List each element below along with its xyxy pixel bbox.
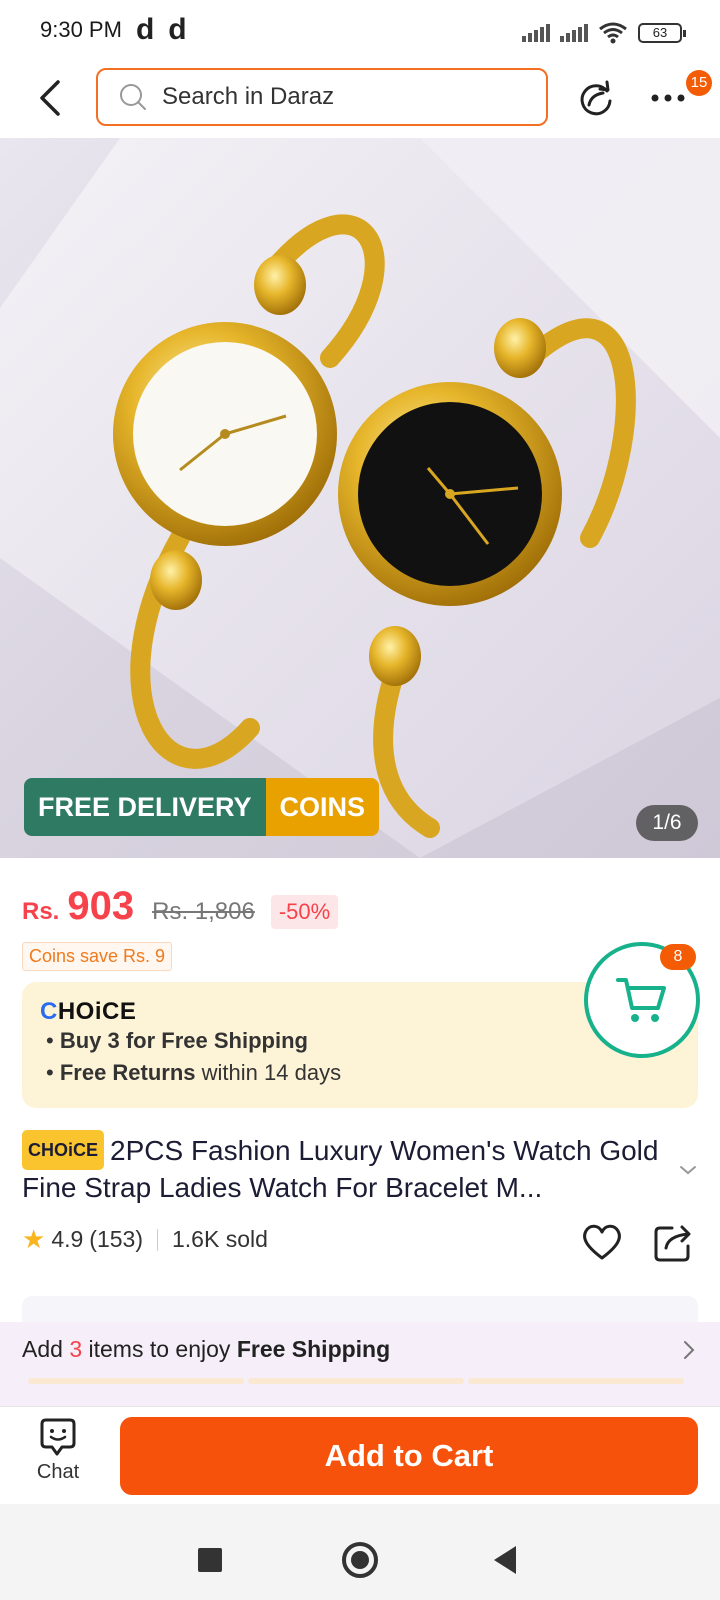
discount-badge: -50% <box>270 895 339 929</box>
share-icon <box>654 1225 691 1262</box>
rating-value: 4.9 <box>51 1226 84 1252</box>
choice-tag: CHOiCE <box>22 1130 105 1170</box>
promo-banner: FREE DELIVERY COINS <box>24 778 380 836</box>
chevron-left-icon <box>40 80 60 116</box>
top-header: Search in Daraz <box>0 62 720 134</box>
search-input[interactable]: Search in Daraz <box>96 68 548 126</box>
share-button[interactable] <box>574 74 618 122</box>
more-dots-icon <box>651 94 685 102</box>
back-button[interactable] <box>30 74 70 122</box>
choice-benefit-returns: • Free Returns within 14 days <box>46 1060 342 1085</box>
search-icon <box>120 84 146 110</box>
star-icon: ★ <box>22 1224 46 1254</box>
search-placeholder: Search in Daraz <box>162 83 335 110</box>
system-navigation-bar <box>0 1504 720 1600</box>
status-icons: 63 <box>522 22 686 44</box>
share-product-button[interactable] <box>652 1220 696 1264</box>
coins-label: COINS <box>265 778 380 836</box>
shipping-progress <box>28 1378 684 1384</box>
free-shipping-bar[interactable]: Add 3 items to enjoy Free Shipping <box>0 1322 720 1406</box>
chevron-down-icon[interactable] <box>678 1160 698 1180</box>
system-back-button[interactable] <box>494 1546 516 1574</box>
cart-count-badge: 8 <box>660 944 696 970</box>
chat-icon <box>40 1418 76 1456</box>
signal-icon <box>522 24 550 42</box>
rating-row[interactable]: ★ 4.9 (153) 1.6K sold <box>22 1224 268 1255</box>
coins-save-badge: Coins save Rs. 9 <box>22 942 173 971</box>
notification-indicator: d <box>168 13 187 46</box>
wishlist-button[interactable] <box>580 1220 624 1264</box>
recent-apps-button[interactable] <box>198 1548 222 1572</box>
product-image-gallery[interactable] <box>0 138 720 858</box>
free-delivery-label: FREE DELIVERY <box>24 778 266 836</box>
notification-badge: 15 <box>686 70 712 96</box>
add-to-cart-button[interactable]: Add to Cart <box>120 1417 698 1495</box>
battery-icon: 63 <box>638 23 686 43</box>
original-price: Rs. 1,806 <box>152 898 255 925</box>
review-count: (153) <box>89 1226 143 1252</box>
sold-count: 1.6K sold <box>172 1226 268 1252</box>
wifi-icon <box>599 22 627 44</box>
current-price: 903 <box>67 884 135 928</box>
cart-icon <box>616 978 666 1022</box>
choice-benefit-shipping: • Buy 3 for Free Shipping <box>46 1028 308 1053</box>
status-bar: 9:30 PM d d 63 <box>0 0 720 60</box>
product-image <box>0 138 720 858</box>
signal-icon <box>560 24 588 42</box>
status-time: 9:30 PM <box>40 17 122 42</box>
chevron-right-icon <box>684 1341 695 1359</box>
more-options-button[interactable] <box>646 74 690 122</box>
price-row: Rs. 903 Rs. 1,806 -50% <box>22 884 339 929</box>
bottom-action-bar: Chat Add to Cart <box>0 1406 720 1504</box>
share-icon <box>580 80 612 116</box>
notification-indicator: d <box>135 13 155 46</box>
choice-logo: CHOiCE <box>40 998 137 1025</box>
currency-label: Rs. <box>22 898 60 925</box>
image-counter: 1/6 <box>636 805 698 841</box>
home-button[interactable] <box>342 1542 378 1578</box>
product-title[interactable]: CHOiCE 2PCS Fashion Luxury Women's Watch … <box>22 1130 662 1206</box>
free-shipping-text: Add 3 items to enjoy Free Shipping <box>22 1336 391 1362</box>
product-title-text: 2PCS Fashion Luxury Women's Watch Gold F… <box>22 1135 659 1203</box>
heart-icon <box>583 1224 621 1260</box>
chat-label: Chat <box>36 1461 80 1483</box>
divider <box>157 1228 158 1251</box>
chat-button[interactable]: Chat <box>18 1417 98 1497</box>
